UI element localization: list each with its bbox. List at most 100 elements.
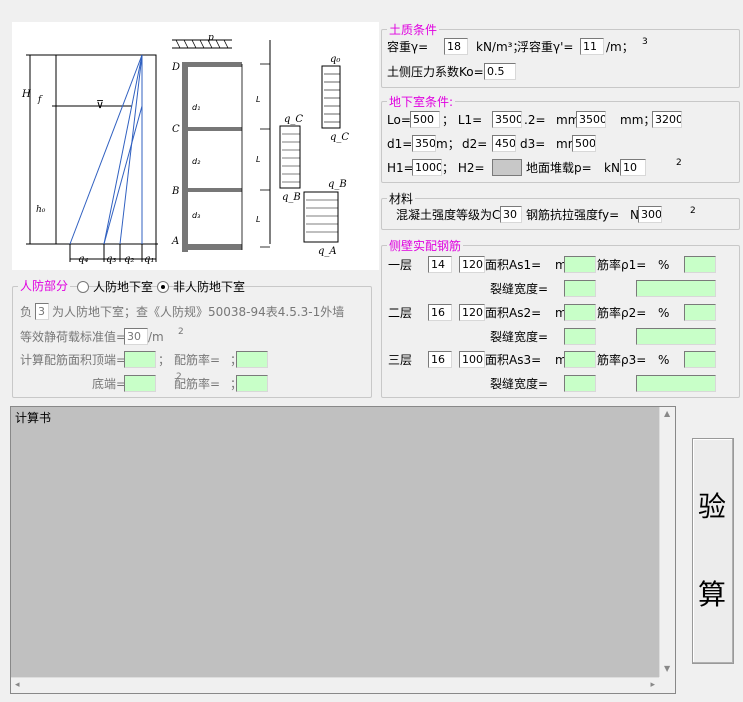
concrete-label: 混凝土强度等级为C — [396, 208, 501, 222]
radio-non-civil-defense[interactable] — [157, 281, 169, 293]
rebar-row2-area[interactable] — [564, 304, 596, 321]
radio-civil-defense[interactable] — [77, 281, 89, 293]
verify-button[interactable]: 验 算 — [692, 438, 734, 664]
ratio-bottom-output[interactable] — [236, 375, 268, 392]
rebar-row1-crack[interactable] — [564, 280, 596, 297]
static-load-unit: /m — [148, 330, 164, 344]
rebar-row2-dia[interactable]: 16 — [428, 304, 452, 321]
gamma-input[interactable]: 18 — [444, 38, 468, 55]
steel-label: 钢筋抗拉强度fy= — [526, 208, 620, 222]
rebar-row1-area-label: 面积As1= — [485, 258, 542, 272]
rebar-row1-crack-result[interactable] — [636, 280, 716, 297]
label-q4: q₄ — [78, 254, 88, 265]
rebar-row1-spacing[interactable]: 120 — [459, 256, 485, 273]
basement-wall-diagram: H f h₀ ⊽ q₄ q₃ q₂ q₁ p D C B A d₁ d₂ d₃ … — [21, 33, 349, 265]
rebar-row3-area-label: 面积As3= — [485, 353, 542, 367]
rebar-row3-dia[interactable]: 16 — [428, 351, 452, 368]
rebar-row1-dia[interactable]: 14 — [428, 256, 452, 273]
rebar-row2-crack[interactable] — [564, 328, 596, 345]
l2-input[interactable]: 3500 — [576, 111, 606, 128]
material-title: 材料 — [387, 192, 416, 206]
label-H: H — [21, 89, 31, 100]
rebar-row1-pct: % — [658, 258, 670, 272]
scroll-right-arrow-icon[interactable]: ▸ — [650, 680, 655, 690]
radio-non-civil-defense-label[interactable]: 非人防地下室 — [173, 280, 245, 294]
rebar-row2-spacing[interactable]: 120 — [459, 304, 485, 321]
label-q1: q₁ — [144, 254, 154, 265]
label-hs: h₀ — [36, 205, 46, 215]
vertical-scrollbar[interactable]: ▲ ▼ — [659, 407, 675, 677]
rebar-row3-crack[interactable] — [564, 375, 596, 392]
label-D: D — [171, 62, 180, 73]
scroll-down-arrow-icon[interactable]: ▼ — [664, 664, 670, 673]
rebar-row3-ratio[interactable] — [684, 351, 716, 368]
area-top-label: 计算配筋面积顶端= — [20, 353, 127, 367]
h2-input[interactable] — [492, 159, 522, 176]
gamma2-input[interactable]: 11 — [580, 38, 604, 55]
rebar-row2-pct: % — [658, 306, 670, 320]
d3-label: d3= — [520, 137, 546, 151]
label-C: C — [172, 124, 180, 135]
label-L2: L — [256, 155, 260, 164]
d2-label: d2= — [462, 137, 488, 151]
d3-input[interactable]: 500 — [572, 135, 596, 152]
diagram-panel: H f h₀ ⊽ q₄ q₃ q₂ q₁ p D C B A d₁ d₂ d₃ … — [12, 22, 379, 270]
rebar-row3-floor: 三层 — [388, 353, 413, 367]
load-label: 地面堆载p= — [526, 161, 592, 175]
static-load-label: 等效静荷载标准值= — [20, 330, 127, 344]
static-load-input[interactable]: 30 — [124, 328, 148, 345]
rebar-row1-area[interactable] — [564, 256, 596, 273]
label-f: f — [37, 95, 43, 105]
radio-civil-defense-label[interactable]: 人防地下室 — [93, 280, 153, 294]
rebar-row2-crack-result[interactable] — [636, 328, 716, 345]
rebar-title: 侧壁实配钢筋 — [387, 239, 464, 253]
rebar-row3-crack-label: 裂缝宽度= — [490, 377, 549, 391]
rebar-row2-ratio-label: 筋率ρ2= — [597, 306, 647, 320]
steel-input[interactable]: 300 — [638, 206, 662, 223]
ratio-top-output[interactable] — [236, 351, 268, 368]
label-q2: q₂ — [124, 254, 134, 265]
l1-label: ； L1= — [442, 113, 483, 127]
d2-input[interactable]: 450 — [492, 135, 516, 152]
rebar-row3-spacing[interactable]: 100 — [459, 351, 485, 368]
label-qC: q_C — [284, 114, 303, 125]
rebar-row3-area[interactable] — [564, 351, 596, 368]
rebar-row3-pct: % — [658, 353, 670, 367]
rebar-row2-ratio[interactable] — [684, 304, 716, 321]
neg-input[interactable]: 3 — [35, 303, 49, 320]
scroll-left-arrow-icon[interactable]: ◂ — [15, 680, 20, 690]
h1-input[interactable]: 1000 — [412, 159, 442, 176]
scroll-corner — [659, 677, 675, 693]
label-p: p — [208, 33, 214, 43]
load-unit: kN — [604, 161, 620, 175]
rebar-row3-crack-result[interactable] — [636, 375, 716, 392]
label-qA: q_A — [318, 246, 337, 257]
rebar-row2-crack-label: 裂缝宽度= — [490, 330, 549, 344]
label-L3: L — [256, 215, 260, 224]
lo-input[interactable]: 500 — [410, 111, 440, 128]
label-qB-right: q_B — [328, 179, 347, 190]
gamma2-label: 浮容重γ'= — [517, 40, 574, 54]
label-qB: q_B — [282, 192, 301, 203]
l3-input[interactable]: 3200 — [652, 111, 682, 128]
d1-input[interactable]: 350 — [412, 135, 436, 152]
concrete-input[interactable]: 30 — [500, 206, 522, 223]
horizontal-scrollbar[interactable]: ◂ ▸ — [11, 677, 659, 693]
area-bottom-output[interactable] — [124, 375, 156, 392]
label-q3: q₃ — [106, 254, 116, 265]
report-textarea[interactable]: 计算书 ▲ ▼ ◂ ▸ — [10, 406, 676, 694]
h2-label: ； H2= — [442, 161, 485, 175]
scroll-up-arrow-icon[interactable]: ▲ — [664, 409, 670, 418]
rebar-row1-ratio[interactable] — [684, 256, 716, 273]
d1-label: d1= — [387, 137, 413, 151]
label-B: B — [171, 186, 179, 197]
l1-input[interactable]: 3500 — [492, 111, 522, 128]
rebar-row1-floor: 一层 — [388, 258, 413, 272]
load-input[interactable]: 10 — [620, 159, 646, 176]
k0-input[interactable]: 0.5 — [484, 63, 516, 80]
area-top-output[interactable] — [124, 351, 156, 368]
h1-label: H1= — [387, 161, 414, 175]
label-d2: d₂ — [192, 157, 201, 166]
rebar-row3-ratio-label: 筋率ρ3= — [597, 353, 647, 367]
basement-title: 地下室条件: — [387, 95, 456, 109]
